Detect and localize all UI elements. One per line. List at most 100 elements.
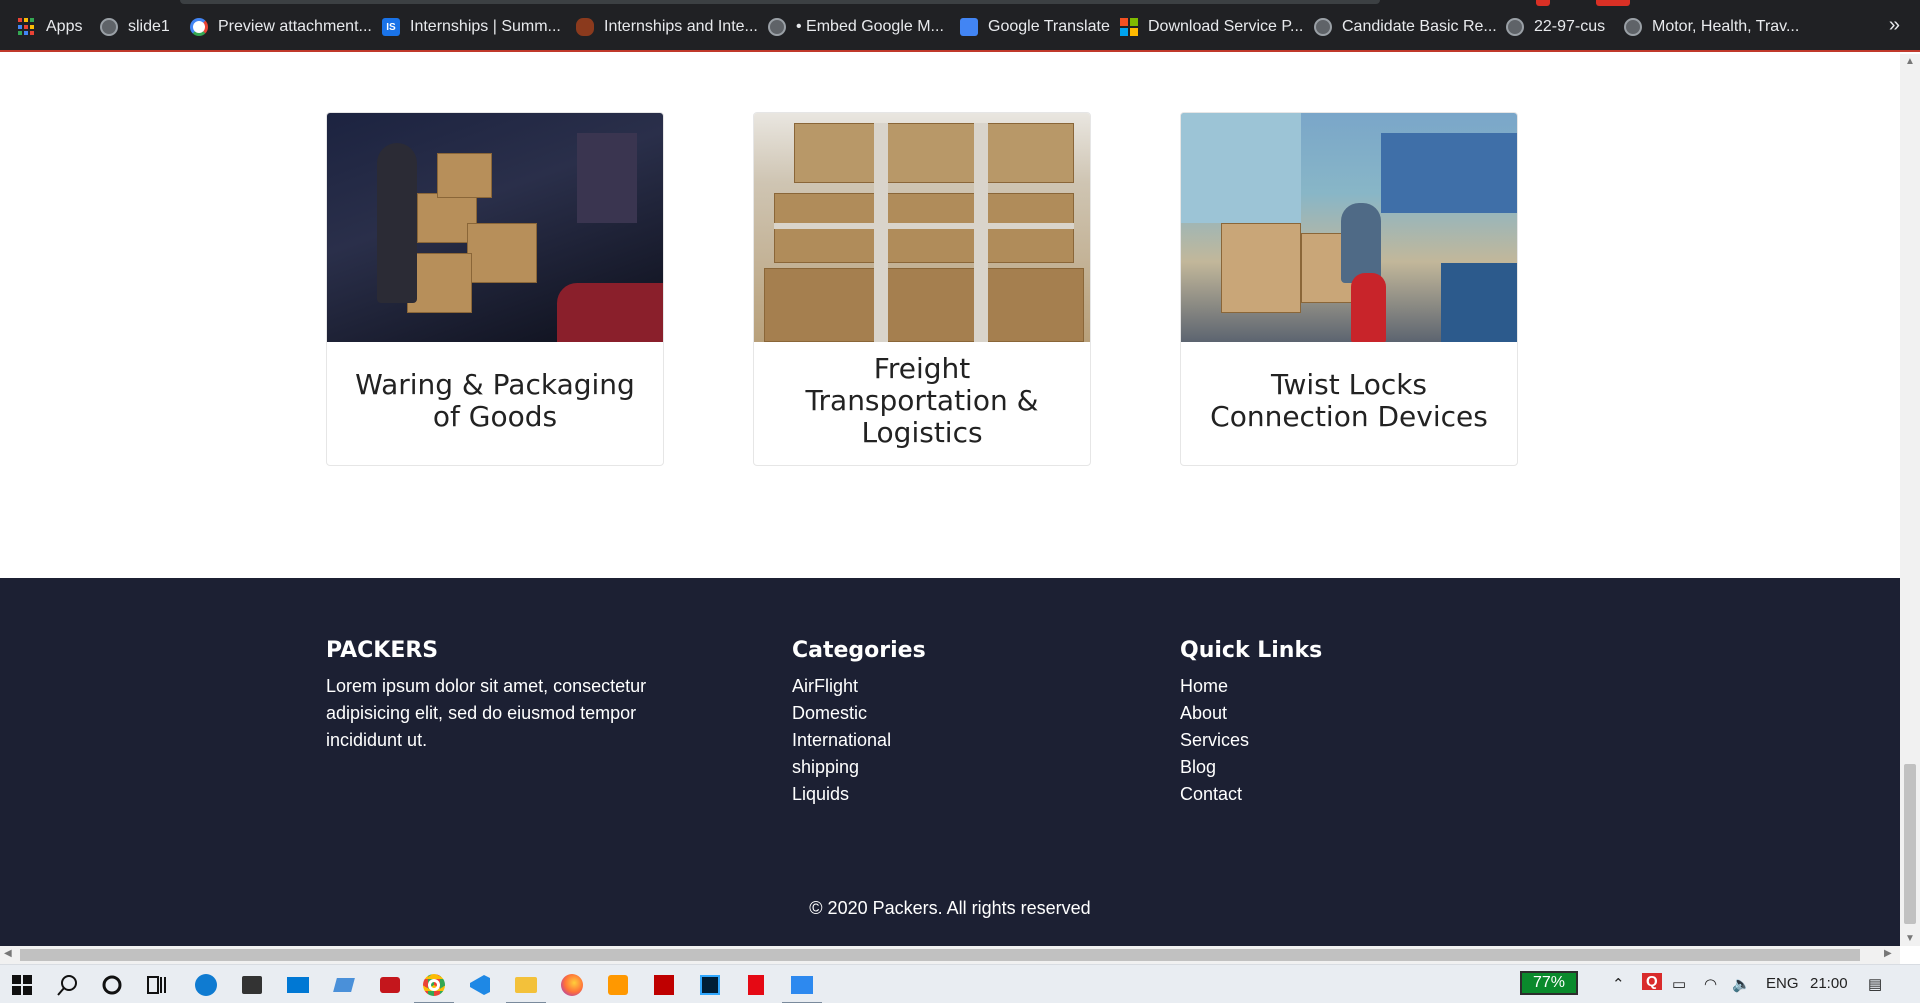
horizontal-scroll-thumb[interactable]	[20, 949, 1860, 961]
scroll-up-icon[interactable]: ▲	[1905, 56, 1915, 67]
globe-icon	[100, 18, 118, 36]
bookmark-apps[interactable]: Apps	[18, 14, 82, 40]
edge-icon[interactable]	[192, 971, 220, 999]
file-explorer-icon[interactable]	[506, 971, 546, 1003]
taskbar: 77% ⌃ Q ▭ ◠ 🔈 ENG 21:00 ▤	[0, 964, 1920, 1003]
notification-badge	[1536, 0, 1550, 6]
vertical-scroll-thumb[interactable]	[1904, 764, 1916, 924]
footer-quick-link[interactable]: About	[1180, 700, 1322, 727]
battery-icon[interactable]: ▭	[1672, 975, 1686, 993]
bookmark-label: slide1	[128, 18, 170, 35]
bookmark-preview-attachment[interactable]: Preview attachment...	[190, 14, 372, 40]
globe-icon	[768, 18, 786, 36]
bookmark-label: Download Service P...	[1148, 18, 1304, 35]
bookmark-download-service[interactable]: Download Service P...	[1120, 14, 1303, 40]
bookmark-google-translate[interactable]: Google Translate	[960, 14, 1110, 40]
service-card-freight[interactable]: Freight Transportation & Logistics	[753, 112, 1091, 466]
footer-category-link[interactable]: Liquids	[792, 781, 926, 808]
start-icon[interactable]	[8, 971, 36, 999]
chevron-up-icon[interactable]: ⌃	[1612, 975, 1625, 993]
battery-indicator[interactable]: 77%	[1520, 971, 1578, 995]
translate-icon	[960, 18, 978, 36]
bookmark-label: Internships | Summ...	[410, 18, 561, 35]
bookmark-candidate-basic[interactable]: Candidate Basic Re...	[1314, 14, 1497, 40]
bookmark-label: Preview attachment...	[218, 18, 372, 35]
google-icon	[190, 18, 208, 36]
footer-category-link[interactable]: AirFlight	[792, 673, 926, 700]
bookmark-slide1[interactable]: slide1	[100, 14, 170, 40]
bookmarks-bar: Apps slide1 Preview attachment... IS Int…	[0, 0, 1920, 52]
bookmark-motor-health[interactable]: Motor, Health, Trav...	[1624, 14, 1799, 40]
language-indicator[interactable]: ENG	[1766, 975, 1799, 992]
sublime-icon[interactable]	[604, 971, 632, 999]
globe-icon	[1624, 18, 1642, 36]
chrome-icon[interactable]	[414, 971, 454, 1003]
is-icon: IS	[382, 18, 400, 36]
footer-quick-links-column: Quick Links Home About Services Blog Con…	[1180, 638, 1322, 808]
apps-grid-icon	[18, 18, 36, 36]
horizontal-scrollbar[interactable]: ◀ ▶	[0, 946, 1900, 964]
wifi-icon[interactable]: ◠	[1704, 975, 1717, 993]
bookmark-label: Motor, Health, Trav...	[1652, 18, 1800, 35]
scroll-right-icon[interactable]: ▶	[1884, 948, 1892, 959]
globe-icon	[1506, 18, 1524, 36]
footer-brand-text: Lorem ipsum dolor sit amet, consectetur …	[326, 676, 647, 750]
footer-quick-link[interactable]: Blog	[1180, 754, 1322, 781]
bookmark-label: Apps	[46, 18, 83, 35]
q-app-icon[interactable]: Q	[1642, 973, 1662, 990]
bookmark-22-97-cus[interactable]: 22-97-cus	[1506, 14, 1605, 40]
footer-brand-column: PACKERS Lorem ipsum dolor sit amet, cons…	[326, 638, 666, 754]
footer-quick-link[interactable]: Home	[1180, 673, 1322, 700]
bookmark-internships-summ[interactable]: IS Internships | Summ...	[382, 14, 561, 40]
footer-categories-column: Categories AirFlight Domestic Internatio…	[792, 638, 926, 808]
service-image-freight	[754, 113, 1090, 342]
service-title: Twist Locks Connection Devices	[1210, 368, 1488, 433]
netflix-icon[interactable]	[742, 971, 770, 999]
service-image-packaging	[327, 113, 663, 342]
bookmark-label: Candidate Basic Re...	[1342, 18, 1497, 35]
mail-icon[interactable]	[284, 971, 312, 999]
cortana-icon[interactable]	[98, 971, 126, 999]
tab-strip-edge	[180, 0, 1380, 4]
footer-copyright: © 2020 Packers. All rights reserved	[809, 898, 1091, 918]
photos-icon[interactable]	[782, 971, 822, 1003]
service-card-packaging[interactable]: Waring & Packaging of Goods	[326, 112, 664, 466]
globe-icon	[1314, 18, 1332, 36]
bookmark-label: 22-97-cus	[1534, 18, 1606, 35]
volume-icon[interactable]: 🔈	[1732, 975, 1751, 993]
bookmark-label: • Embed Google M...	[796, 18, 944, 35]
footer-category-link[interactable]: shipping	[792, 754, 926, 781]
bookmarks-overflow-button[interactable]: »	[1889, 14, 1900, 37]
download-app-icon[interactable]	[376, 971, 404, 999]
service-card-twist-locks[interactable]: Twist Locks Connection Devices	[1180, 112, 1518, 466]
bookmark-label: Internships and Inte...	[604, 18, 758, 35]
footer-categories-heading: Categories	[792, 638, 926, 663]
store-icon[interactable]	[238, 971, 266, 999]
fire-icon	[576, 18, 594, 36]
search-icon[interactable]	[54, 971, 82, 999]
footer-quick-links-heading: Quick Links	[1180, 638, 1323, 663]
task-view-icon[interactable]	[142, 971, 170, 999]
scroll-down-icon[interactable]: ▼	[1905, 933, 1915, 944]
footer-quick-link[interactable]: Contact	[1180, 781, 1322, 808]
vertical-scrollbar[interactable]: ▲ ▼	[1900, 54, 1920, 946]
service-title: Waring & Packaging of Goods	[355, 368, 635, 433]
footer-category-link[interactable]: International	[792, 727, 926, 754]
footer-category-link[interactable]: Domestic	[792, 700, 926, 727]
photoshop-icon[interactable]	[696, 971, 724, 999]
files-icon[interactable]	[330, 971, 358, 999]
scroll-left-icon[interactable]: ◀	[4, 948, 12, 959]
firefox-icon[interactable]	[558, 971, 586, 999]
vscode-icon[interactable]	[466, 971, 494, 999]
footer-brand-heading: PACKERS	[326, 638, 439, 663]
page-content: Waring & Packaging of Goods Freight Tran…	[0, 54, 1900, 946]
bookmark-internships-inte[interactable]: Internships and Inte...	[576, 14, 758, 40]
clock[interactable]: 21:00	[1810, 975, 1848, 992]
service-image-twist-locks	[1181, 113, 1517, 342]
bookmark-embed-google[interactable]: • Embed Google M...	[768, 14, 944, 40]
site-footer: PACKERS Lorem ipsum dolor sit amet, cons…	[0, 578, 1900, 946]
notification-center-icon[interactable]: ▤	[1868, 975, 1882, 993]
footer-quick-link[interactable]: Services	[1180, 727, 1322, 754]
microsoft-icon	[1120, 18, 1138, 36]
filezilla-icon[interactable]	[650, 971, 678, 999]
